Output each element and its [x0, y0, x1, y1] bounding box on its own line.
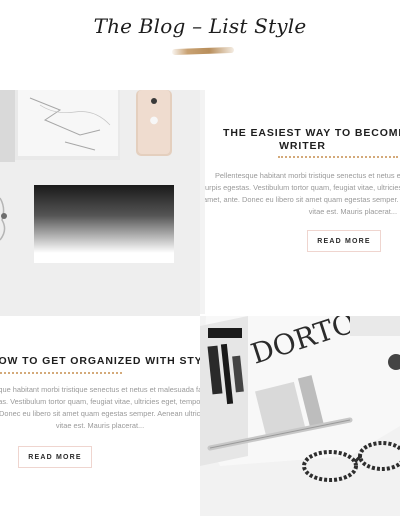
- post-1-excerpt-line-2: turpis egestas. Vestibulum tortor quam, …: [205, 183, 400, 192]
- post-2-excerpt-line-3: amet, ante. Donec eu libero sit amet qua…: [0, 409, 200, 418]
- post-1-image[interactable]: ●: [0, 90, 200, 316]
- post-2-card: HOW TO GET ORGANIZED WITH STYLE Pellente…: [0, 316, 200, 516]
- post-1-excerpt-line-4: vitae est. Mauris placerat...: [308, 207, 397, 216]
- post-2-image[interactable]: DORTOR: [200, 316, 400, 516]
- page-title: The Blog – List Style: [93, 14, 307, 38]
- post-1-dotted-divider: [278, 156, 398, 160]
- post-2-dotted-divider: [0, 372, 122, 376]
- post-1-read-more-button[interactable]: READ MORE: [307, 230, 381, 252]
- post-1-card: THE EASIEST WAY TO BECOME A SUCCESSFUL W…: [205, 90, 400, 316]
- magazine-desk-illustration: DORTOR: [200, 316, 400, 516]
- post-1-excerpt-line-1: Pellentesque habitant morbi tristique se…: [215, 171, 400, 180]
- post-2-title[interactable]: HOW TO GET ORGANIZED WITH STYLE: [0, 354, 200, 368]
- desk-flatlay-illustration: ●: [0, 90, 200, 316]
- post-2-excerpt-line-2: turpis egestas. Vestibulum tortor quam, …: [0, 397, 200, 406]
- post-2-excerpt-line-1: Pellentesque habitant morbi tristique se…: [0, 385, 200, 394]
- post-1-title[interactable]: THE EASIEST WAY TO BECOME A SUCCESSFUL: [223, 126, 400, 140]
- svg-text:●: ●: [150, 115, 159, 126]
- title-brush-underline: [171, 46, 235, 56]
- post-2-excerpt-line-4: vitae est. Mauris placerat...: [55, 421, 145, 430]
- blog-header: The Blog – List Style: [0, 0, 400, 90]
- post-1-title-line2[interactable]: WRITER: [205, 139, 400, 153]
- post-1-excerpt-line-3: amet, ante. Donec eu libero sit amet qua…: [205, 195, 400, 204]
- post-2-read-more-button[interactable]: READ MORE: [18, 446, 92, 468]
